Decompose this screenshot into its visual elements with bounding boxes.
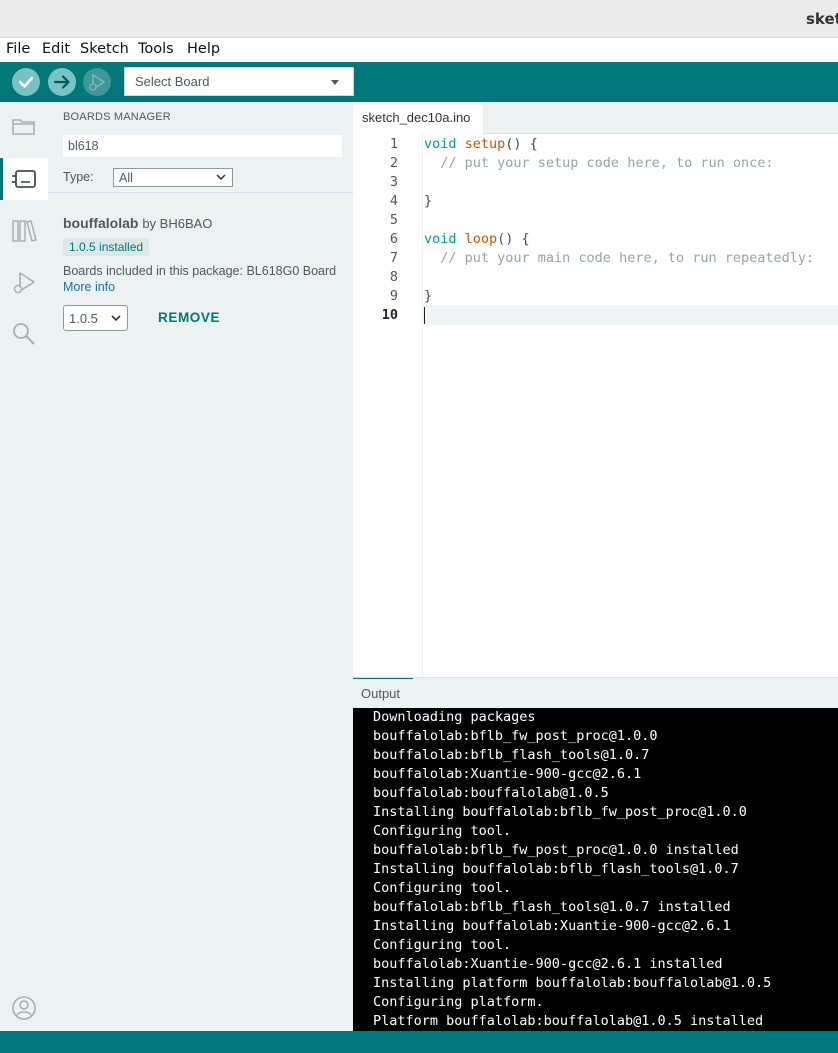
line-number: 6 — [389, 231, 398, 247]
line-number: 4 — [389, 193, 398, 209]
library-icon[interactable] — [10, 217, 38, 245]
panel-title: BOARDS MANAGER — [63, 111, 171, 123]
line-number: 1 — [389, 136, 398, 152]
output-console[interactable]: Downloading packages bouffalolab:bflb_fw… — [353, 708, 838, 1031]
menu-help[interactable]: Help — [187, 41, 220, 57]
toolbar: Select Board — [0, 62, 838, 102]
verify-button[interactable] — [12, 68, 40, 96]
more-info-link[interactable]: More info — [63, 280, 115, 294]
type-label: Type: — [63, 170, 94, 184]
boards-search-input[interactable]: bl618 — [63, 135, 342, 157]
installed-badge: 1.0.5 installed — [63, 238, 150, 256]
package-author: by BH6BAO — [142, 216, 213, 231]
code-comment: // put your main code here, to run repea… — [424, 250, 815, 266]
debug-button[interactable] — [83, 68, 111, 96]
output-line: bouffalolab:bflb_fw_post_proc@1.0.0 — [373, 728, 658, 744]
output-line: Installing bouffalolab:bflb_fw_post_proc… — [373, 804, 747, 820]
boards-manager-icon[interactable] — [10, 165, 38, 193]
line-number: 8 — [389, 269, 398, 285]
menu-edit[interactable]: Edit — [42, 41, 70, 57]
code-line: void loop() { — [424, 231, 530, 247]
version-select[interactable]: 1.0.5 — [63, 305, 128, 331]
type-filter-select[interactable]: All — [113, 168, 233, 187]
code-line: void setup() { — [424, 136, 538, 152]
debug-icon — [89, 74, 105, 91]
boards-search-value: bl618 — [68, 139, 99, 153]
account-icon[interactable] — [10, 994, 38, 1022]
version-value: 1.0.5 — [69, 311, 98, 326]
folder-icon[interactable] — [10, 112, 38, 140]
line-number: 9 — [389, 288, 398, 304]
line-number: 3 — [389, 174, 398, 190]
output-line: Configuring tool. — [373, 823, 512, 839]
tab-sketch[interactable]: sketch_dec10a.ino — [353, 102, 483, 134]
debug-icon[interactable] — [10, 269, 38, 297]
output-line: bouffalolab:bflb_flash_tools@1.0.7 — [373, 747, 650, 763]
divider — [48, 192, 353, 193]
output-line: Installing bouffalolab:Xuantie-900-gcc@2… — [373, 918, 731, 934]
code-line: } — [424, 193, 433, 209]
output-line: Downloading packages — [373, 709, 536, 725]
editor-tabs: sketch_dec10a.ino — [353, 102, 838, 134]
code-line: } — [424, 288, 433, 304]
output-line: Installing bouffalolab:bflb_flash_tools@… — [373, 861, 739, 877]
menu-file[interactable]: File — [6, 41, 30, 57]
chevron-down-icon — [331, 80, 339, 85]
window-title: sketch — [806, 10, 838, 28]
type-filter-value: All — [119, 171, 133, 185]
output-line: bouffalolab:bflb_fw_post_proc@1.0.0 inst… — [373, 842, 739, 858]
output-line: Installing platform bouffalolab:bouffalo… — [373, 975, 772, 991]
search-icon[interactable] — [10, 320, 38, 348]
chevron-down-icon — [111, 315, 121, 322]
output-line: Platform bouffalolab:bouffalolab@1.0.5 i… — [373, 1013, 764, 1029]
upload-button[interactable] — [48, 68, 76, 96]
output-label: Output — [361, 686, 401, 701]
remove-button[interactable]: REMOVE — [158, 310, 220, 325]
output-line: bouffalolab:bflb_flash_tools@1.0.7 insta… — [373, 899, 731, 915]
tab-label: sketch_dec10a.ino — [362, 110, 471, 125]
package-boards: Boards included in this package: BL618G0… — [63, 264, 337, 278]
output-line: Configuring tool. — [373, 937, 512, 953]
code-comment: // put your setup code here, to run once… — [424, 155, 774, 171]
line-number: 5 — [389, 212, 398, 228]
arrow-right-icon — [53, 75, 70, 89]
output-line: Configuring platform. — [373, 994, 544, 1010]
status-bar — [0, 1031, 838, 1053]
menu-sketch[interactable]: Sketch — [80, 41, 129, 57]
package-name: bouffalolab by BH6BAO — [63, 215, 213, 231]
tab-output[interactable]: Output — [353, 678, 413, 709]
window-titlebar: sketch — [0, 0, 838, 38]
line-number: 2 — [389, 155, 398, 171]
line-number-current: 10 — [381, 307, 398, 323]
text-cursor — [424, 307, 425, 324]
line-number: 7 — [389, 250, 398, 266]
output-header: Output — [353, 677, 838, 708]
boards-manager-panel: BOARDS MANAGER bl618 Type: All bouffalol… — [48, 102, 353, 1031]
activity-bar — [0, 102, 48, 1031]
active-indicator — [0, 158, 3, 200]
current-line-highlight — [423, 305, 838, 325]
output-line: bouffalolab:Xuantie-900-gcc@2.6.1 instal… — [373, 956, 723, 972]
chevron-down-icon — [216, 174, 226, 181]
check-icon — [18, 76, 34, 88]
menu-bar: File Edit Sketch Tools Help — [0, 38, 838, 62]
output-line: Configuring tool. — [373, 880, 512, 896]
output-line: bouffalolab:bouffalolab@1.0.5 — [373, 785, 609, 801]
board-selector[interactable]: Select Board — [124, 67, 354, 96]
output-line: bouffalolab:Xuantie-900-gcc@2.6.1 — [373, 766, 642, 782]
menu-tools[interactable]: Tools — [138, 41, 174, 57]
board-selector-label: Select Board — [135, 74, 210, 89]
code-editor[interactable]: sketch_dec10a.ino 1 2 3 4 5 6 7 8 9 10 v… — [353, 102, 838, 677]
